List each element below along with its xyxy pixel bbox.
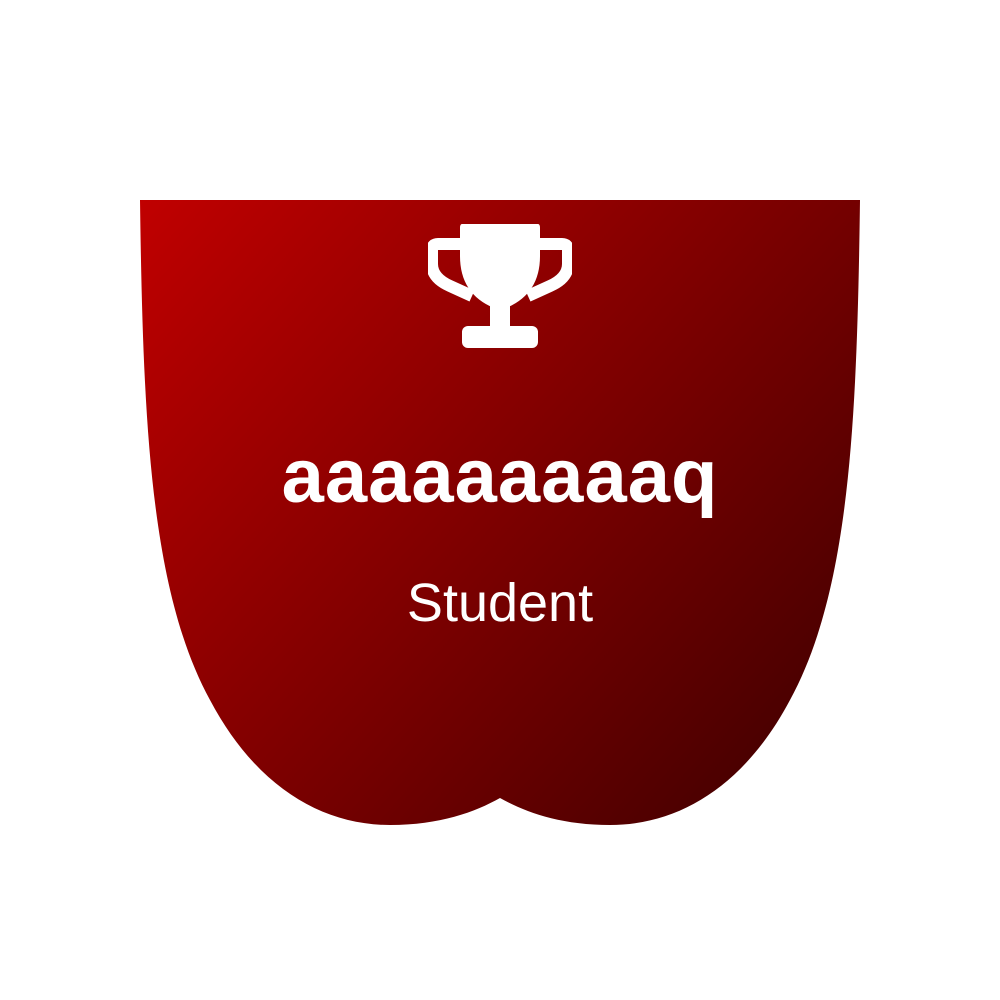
badge-name: aaaaaaaaaq xyxy=(281,434,719,519)
badge-role: Student xyxy=(406,573,594,633)
trophy-icon xyxy=(428,224,572,348)
badge-canvas: aaaaaaaaaq Student xyxy=(0,0,1000,1000)
